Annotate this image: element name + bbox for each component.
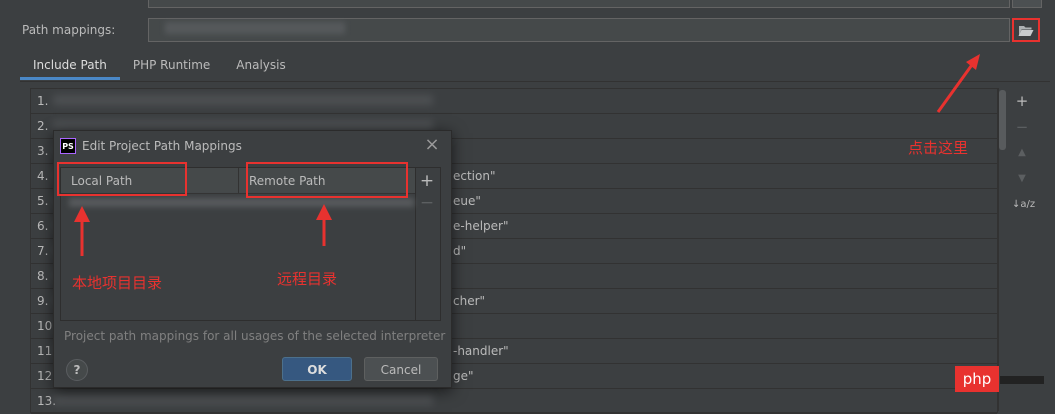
- annotation-box-local-path: [57, 162, 187, 196]
- blurred-path-text: [53, 95, 433, 105]
- blurred-path-text: [53, 395, 433, 405]
- scrollbar-thumb[interactable]: [999, 90, 1006, 150]
- tab-analysis[interactable]: Analysis: [223, 50, 298, 80]
- row-number: 11: [37, 344, 53, 358]
- ok-button[interactable]: OK: [282, 357, 352, 381]
- interpreter-browse-button[interactable]: [1012, 0, 1042, 8]
- blurred-path-text: [165, 22, 345, 34]
- table-row[interactable]: 1.: [31, 89, 997, 114]
- row-number: 9.: [37, 294, 49, 308]
- sort-icon[interactable]: ↓a/z: [1012, 197, 1035, 213]
- row-path-tail: eue": [453, 194, 481, 208]
- annotation-box-remote-path: [246, 162, 408, 198]
- php-watermark-logo: php: [955, 366, 999, 392]
- row-number: 6.: [37, 219, 49, 233]
- folder-open-icon: [1018, 26, 1034, 36]
- dialog-hint-text: Project path mappings for all usages of …: [64, 329, 446, 343]
- help-button[interactable]: ?: [66, 359, 88, 381]
- mappings-toolbar: + −: [414, 167, 441, 321]
- watermark-bar: [1000, 376, 1044, 384]
- annotation-click-here: 点击这里: [908, 139, 969, 157]
- blurred-path-text: [53, 120, 433, 130]
- row-number: 1.: [37, 94, 49, 108]
- row-number: 7.: [37, 244, 49, 258]
- table-row[interactable]: 13.: [31, 389, 997, 414]
- remove-path-button[interactable]: −: [1014, 119, 1030, 135]
- move-up-button[interactable]: ▲: [1014, 145, 1030, 161]
- move-down-button[interactable]: ▼: [1014, 171, 1030, 187]
- row-number: 3.: [37, 144, 49, 158]
- row-number: 12: [37, 369, 53, 383]
- row-number: 10: [37, 319, 53, 333]
- close-icon[interactable]: ×: [422, 135, 442, 155]
- phpstorm-logo-icon: PS: [60, 138, 76, 154]
- row-number: 5.: [37, 194, 49, 208]
- interpreter-field[interactable]: [148, 0, 1010, 8]
- tab-divider: [20, 81, 1050, 82]
- remove-mapping-button[interactable]: −: [418, 194, 436, 212]
- row-path-tail: ge": [453, 369, 474, 383]
- annotation-arrow-icon: [316, 204, 332, 246]
- annotation-remote-dir: 远程目录: [277, 270, 338, 288]
- row-path-tail: cher": [453, 294, 486, 308]
- annotation-arrow-icon: [74, 206, 90, 256]
- path-mappings-label: Path mappings:: [22, 23, 116, 37]
- row-path-tail: d": [453, 244, 467, 258]
- cancel-button[interactable]: Cancel: [364, 357, 438, 381]
- row-number: 4.: [37, 169, 49, 183]
- row-path-tail: ection": [453, 169, 496, 183]
- path-mappings-browse-button[interactable]: [1012, 18, 1040, 42]
- tab-php-runtime[interactable]: PHP Runtime: [120, 50, 223, 80]
- add-path-button[interactable]: +: [1014, 93, 1030, 109]
- annotation-local-dir: 本地项目目录: [72, 274, 163, 292]
- row-path-tail: e-helper": [453, 219, 509, 233]
- tab-include-path[interactable]: Include Path: [20, 50, 120, 80]
- annotation-arrow-icon: [936, 54, 980, 113]
- add-mapping-button[interactable]: +: [418, 172, 436, 190]
- blurred-mapping-row: [69, 198, 414, 207]
- row-number: 2.: [37, 119, 49, 133]
- row-number: 8.: [37, 269, 49, 283]
- dialog-title: Edit Project Path Mappings: [82, 139, 242, 153]
- tab-bar: Include Path PHP Runtime Analysis: [20, 50, 299, 80]
- dialog-title-bar: PS Edit Project Path Mappings ×: [54, 131, 451, 161]
- row-path-tail: -handler": [453, 344, 509, 358]
